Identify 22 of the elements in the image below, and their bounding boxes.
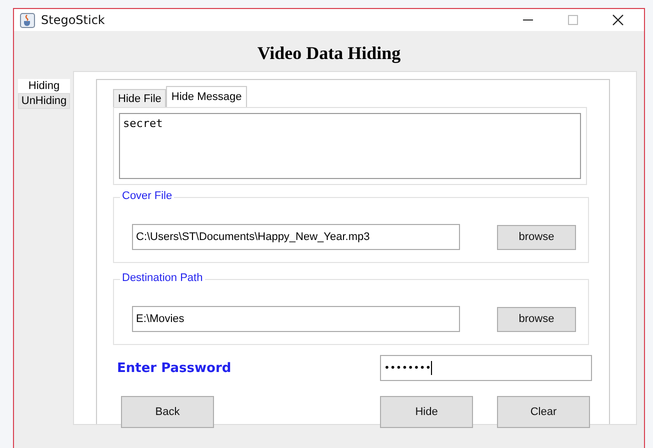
group-title: Cover File [120,190,174,202]
tab[interactable]: Hide Message [166,86,247,107]
action-button[interactable]: Back [121,396,214,428]
path-field[interactable]: E:\Movies [132,306,460,332]
browse-button[interactable]: browse [497,224,576,250]
message-field[interactable]: secret [119,113,581,179]
path-field[interactable]: C:\Users\ST\Documents\Happy_New_Year.mp3 [132,224,460,250]
java-cup-icon [20,12,35,28]
browse-button[interactable]: browse [497,306,576,332]
password-field[interactable]: •••••••• [380,355,592,381]
close-icon[interactable] [612,14,624,26]
action-button[interactable]: Hide [380,396,473,428]
side-tab[interactable]: Hiding [18,79,70,93]
side-tab[interactable]: UnHiding [18,93,70,109]
action-button[interactable]: Clear [497,396,590,428]
group-title: Destination Path [120,272,205,284]
text-cursor [431,361,432,375]
password-label: Enter Password [116,360,232,376]
password-mask: •••••••• [384,362,432,374]
page-heading: Video Data Hiding [256,43,402,65]
window-title: StegoStick [41,13,105,27]
tab[interactable]: Hide File [113,89,166,107]
